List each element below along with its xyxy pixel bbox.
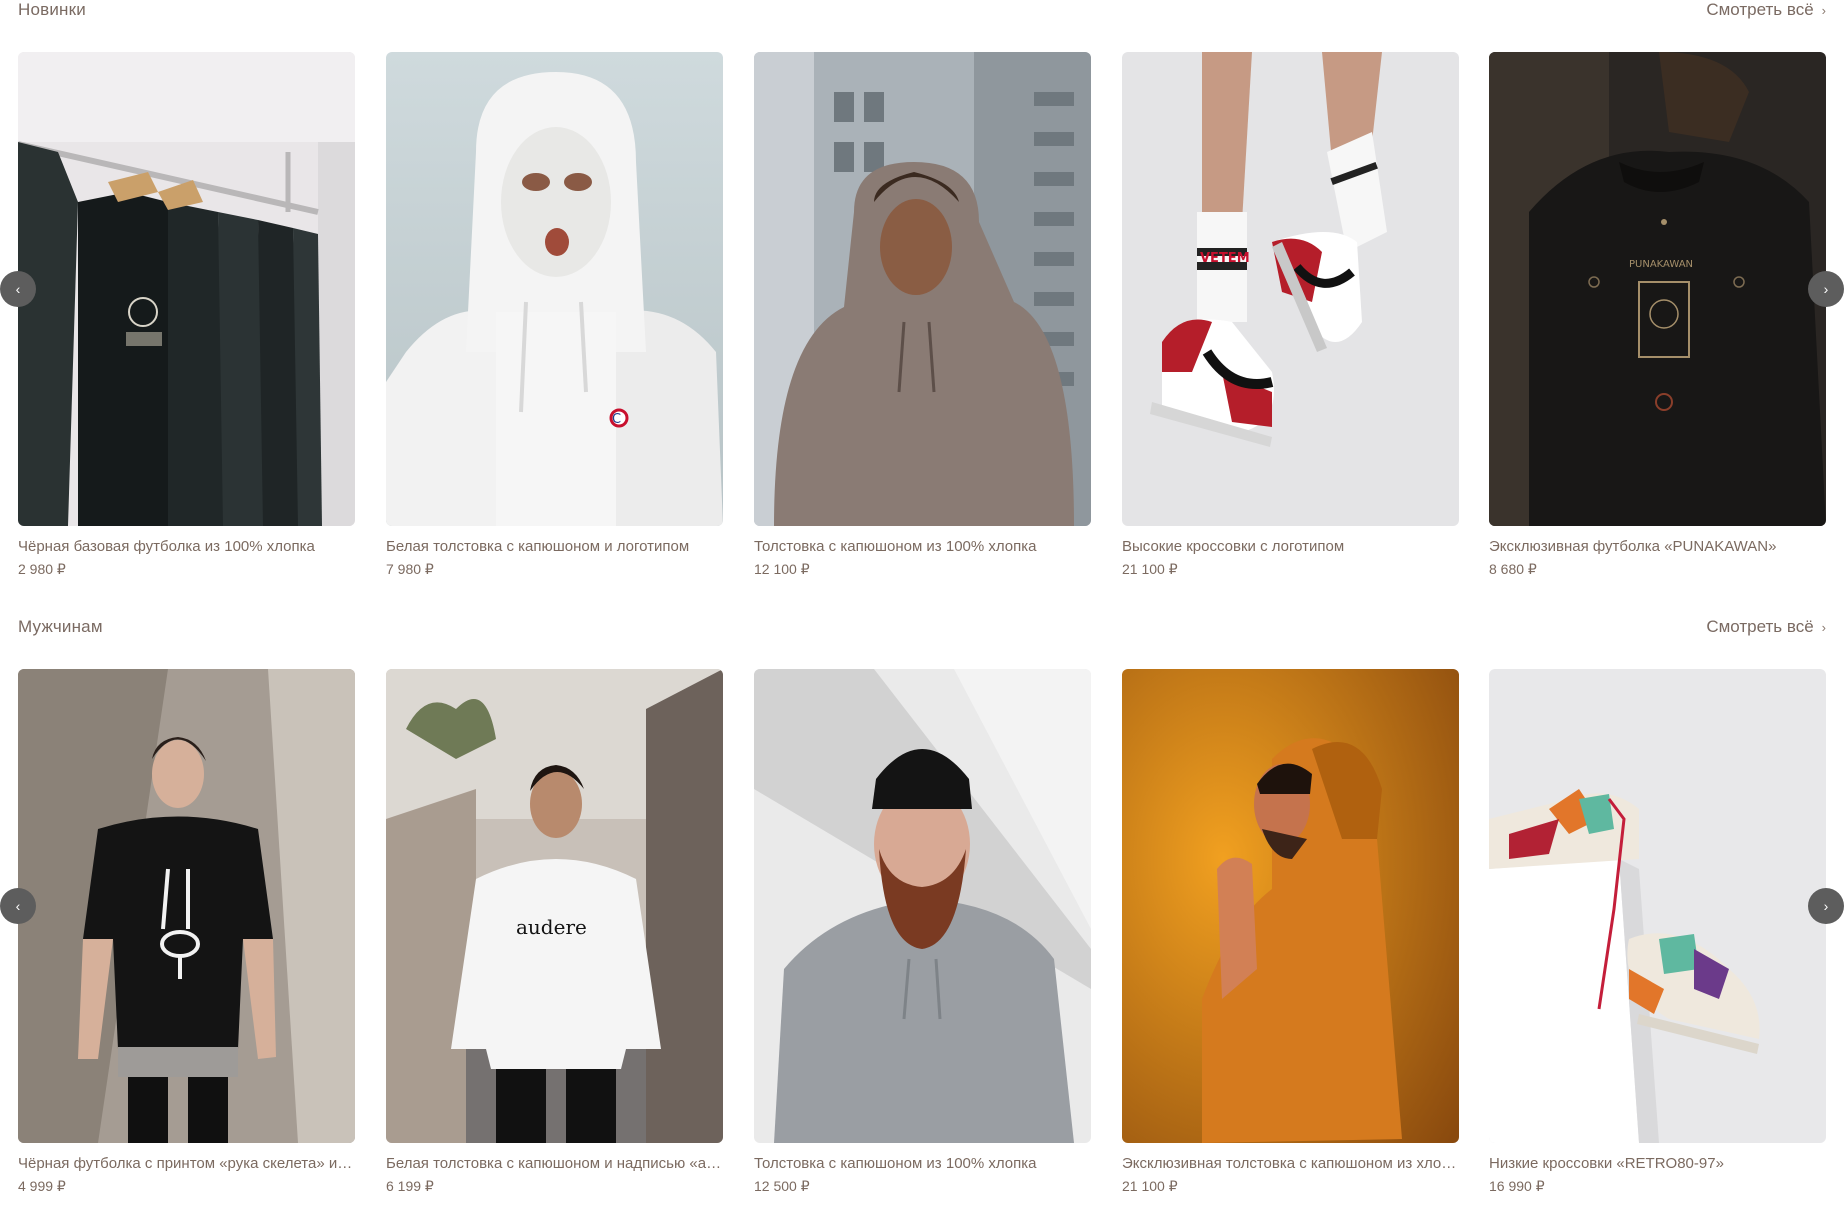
chevron-right-icon: › — [1823, 281, 1829, 297]
section-header: Мужчинам Смотреть всё › — [18, 617, 1826, 639]
svg-text:C: C — [612, 412, 621, 427]
product-name[interactable]: Белая толстовка с капюшоном и надписью «… — [386, 1154, 723, 1174]
product-name[interactable]: Чёрная футболка с принтом «рука скелета»… — [18, 1154, 355, 1174]
section-header: Новинки Смотреть всё › — [18, 0, 1826, 22]
product-card[interactable]: Чёрная базовая футболка из 100% хлопка 2… — [18, 52, 355, 579]
product-name[interactable]: Толстовка с капюшоном из 100% хлопка — [754, 1154, 1091, 1174]
chevron-right-icon: › — [1821, 2, 1826, 18]
carousel-next-button[interactable]: › — [1808, 888, 1844, 924]
section-title: Мужчинам — [18, 617, 103, 636]
see-all-link[interactable]: Смотреть всё › — [1706, 0, 1826, 20]
product-carousel: Чёрная базовая футболка из 100% хлопка 2… — [18, 52, 1826, 612]
section-title: Новинки — [18, 0, 86, 19]
product-name[interactable]: Высокие кроссовки с логотипом — [1122, 537, 1459, 557]
product-image[interactable] — [754, 52, 1091, 526]
carousel-next-button[interactable]: › — [1808, 271, 1844, 307]
product-card[interactable]: audere Белая толстовка с капюшоном и над… — [386, 669, 723, 1196]
product-price: 12 500 ₽ — [754, 1178, 810, 1194]
product-card[interactable]: VETEM Высокие кроссовки с логотипом 21 1… — [1122, 52, 1459, 579]
product-card[interactable]: Толстовка с капюшоном из 100% хлопка 12 … — [754, 669, 1091, 1196]
product-name[interactable]: Эксклюзивная толстовка с капюшоном из хл… — [1122, 1154, 1459, 1174]
product-card[interactable]: C Белая толстовка с капюшоном и логотипо… — [386, 52, 723, 579]
product-carousel: Чёрная футболка с принтом «рука скелета»… — [18, 669, 1826, 1229]
see-all-label: Смотреть всё — [1706, 0, 1814, 19]
product-name[interactable]: Низкие кроссовки «RETRO80-97» — [1489, 1154, 1826, 1174]
product-card[interactable]: Толстовка с капюшоном из 100% хлопка 12 … — [754, 52, 1091, 579]
product-price: 6 199 ₽ — [386, 1178, 434, 1194]
product-price: 21 100 ₽ — [1122, 1178, 1178, 1194]
see-all-label: Смотреть всё — [1706, 617, 1814, 636]
product-price: 7 980 ₽ — [386, 561, 434, 577]
chevron-right-icon: › — [1823, 898, 1829, 914]
product-price: 16 990 ₽ — [1489, 1178, 1545, 1194]
product-image[interactable] — [18, 52, 355, 526]
product-image[interactable] — [18, 669, 355, 1143]
product-price: 12 100 ₽ — [754, 561, 810, 577]
product-image[interactable]: audere — [386, 669, 723, 1143]
product-card[interactable]: Эксклюзивная толстовка с капюшоном из хл… — [1122, 669, 1459, 1196]
product-name[interactable]: Белая толстовка с капюшоном и логотипом — [386, 537, 723, 557]
product-card[interactable]: Низкие кроссовки «RETRO80-97» 16 990 ₽ — [1489, 669, 1826, 1196]
carousel-prev-button[interactable]: ‹ — [0, 888, 36, 924]
product-image[interactable]: PUNAKAWAN — [1489, 52, 1826, 526]
product-image[interactable] — [754, 669, 1091, 1143]
svg-text:VETEM: VETEM — [1200, 251, 1250, 266]
product-image[interactable]: C — [386, 52, 723, 526]
chevron-right-icon: › — [1821, 619, 1826, 635]
product-price: 21 100 ₽ — [1122, 561, 1178, 577]
product-image[interactable] — [1489, 669, 1826, 1143]
product-name[interactable]: Чёрная базовая футболка из 100% хлопка — [18, 537, 355, 557]
product-image[interactable] — [1122, 669, 1459, 1143]
product-card[interactable]: Чёрная футболка с принтом «рука скелета»… — [18, 669, 355, 1196]
svg-text:audere: audere — [516, 915, 587, 939]
chevron-left-icon: ‹ — [15, 281, 21, 297]
product-image[interactable]: VETEM — [1122, 52, 1459, 526]
chevron-left-icon: ‹ — [15, 898, 21, 914]
product-name[interactable]: Эксклюзивная футболка «PUNAKAWAN» — [1489, 537, 1826, 557]
product-price: 2 980 ₽ — [18, 561, 66, 577]
svg-text:PUNAKAWAN: PUNAKAWAN — [1629, 259, 1693, 270]
see-all-link[interactable]: Смотреть всё › — [1706, 617, 1826, 637]
product-card[interactable]: PUNAKAWAN Эксклюзивная футболка «PUNAKAW… — [1489, 52, 1826, 579]
carousel-prev-button[interactable]: ‹ — [0, 271, 36, 307]
product-price: 4 999 ₽ — [18, 1178, 66, 1194]
product-name[interactable]: Толстовка с капюшоном из 100% хлопка — [754, 537, 1091, 557]
product-price: 8 680 ₽ — [1489, 561, 1537, 577]
